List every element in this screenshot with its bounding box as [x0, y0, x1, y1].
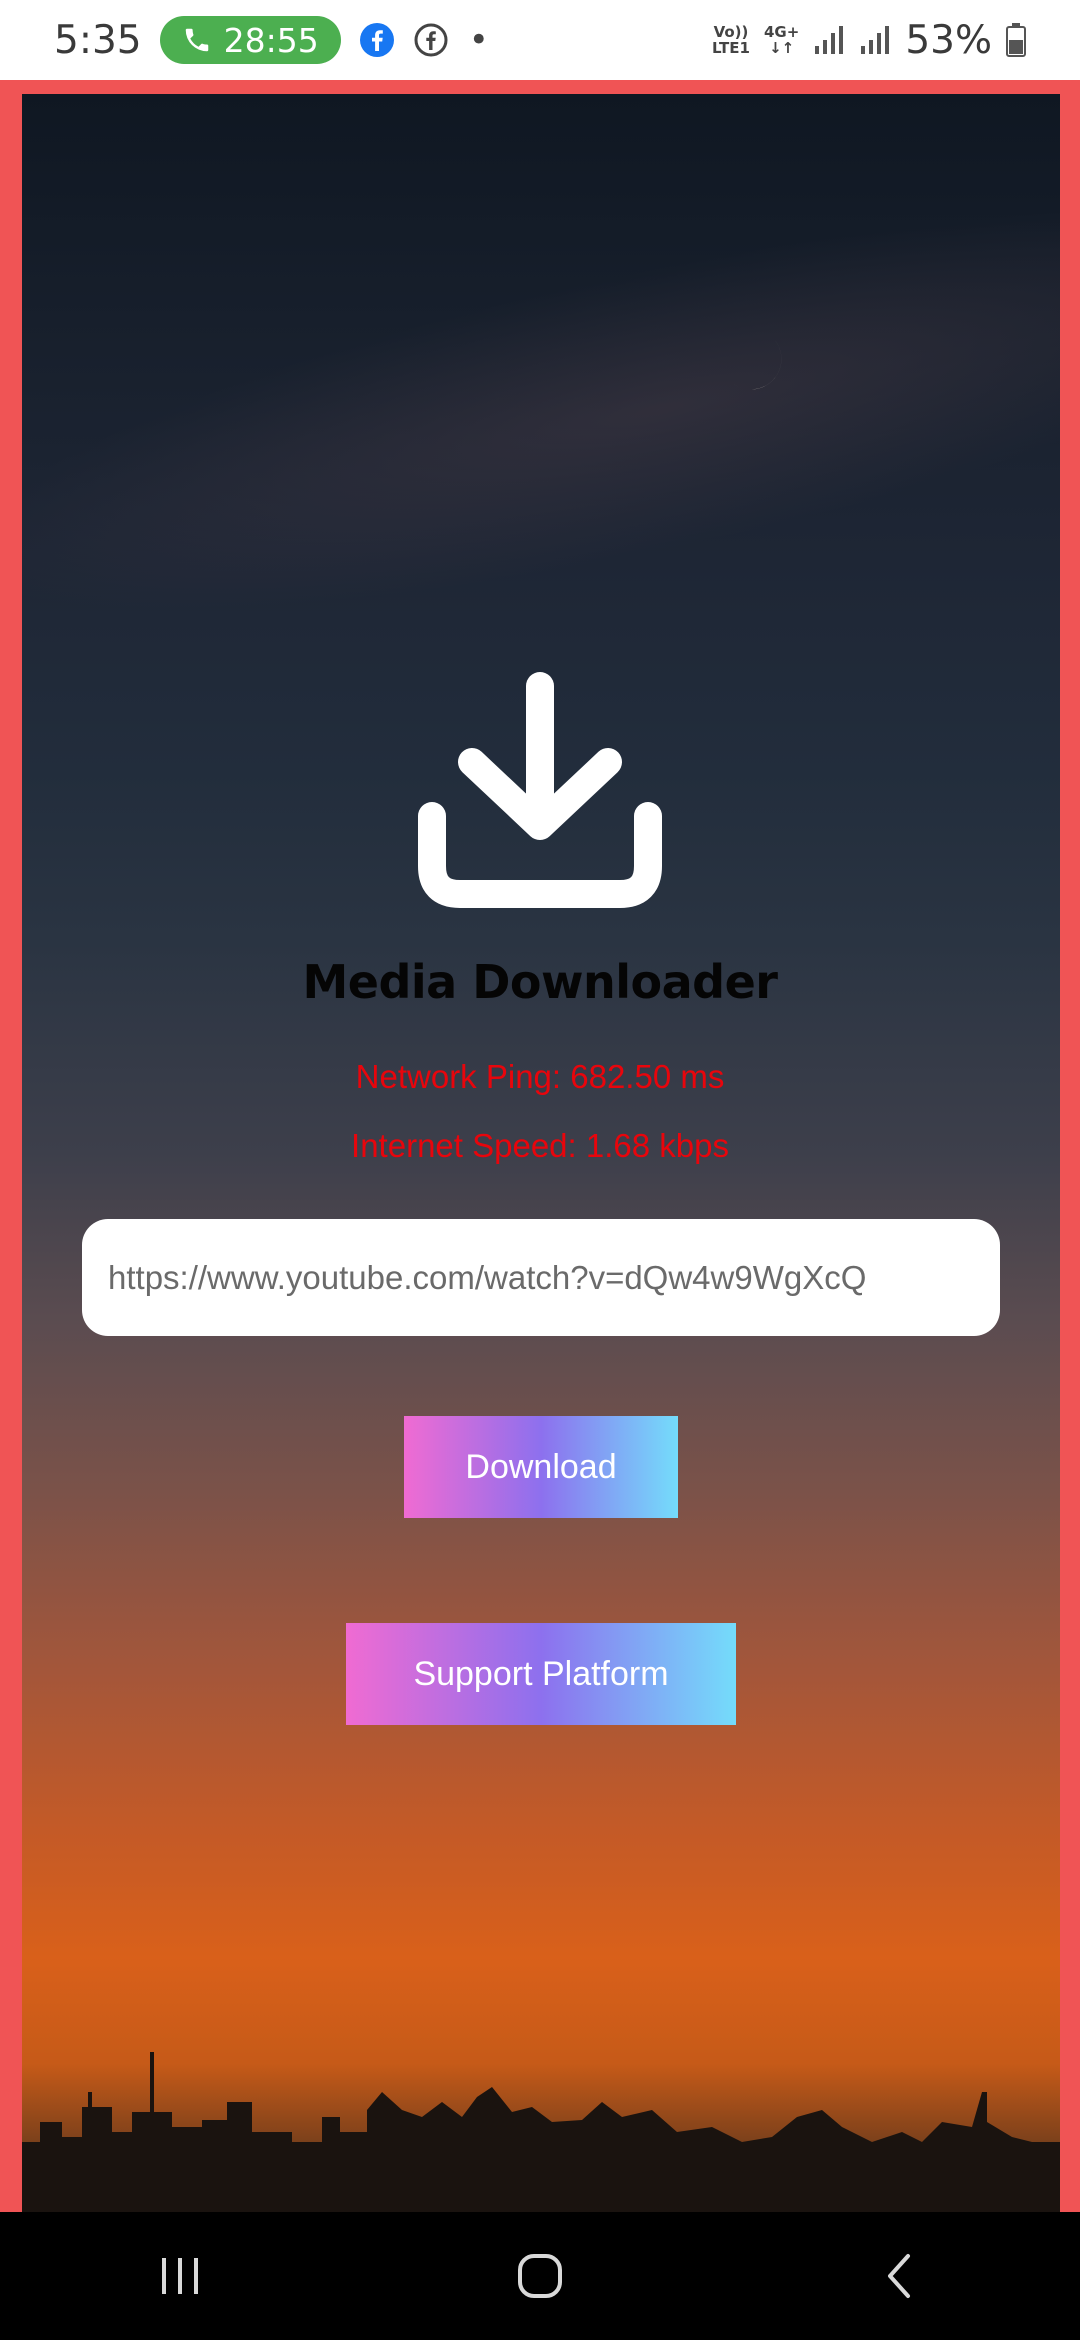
- support-platform-button[interactable]: Support Platform: [346, 1623, 736, 1725]
- messenger-icon: [413, 22, 449, 58]
- data-indicator: 4G+ ↓↑: [763, 23, 800, 57]
- status-bar: 5:35 28:55 • Vo)) LTE1 4G+ ↓↑ 53%: [0, 0, 1080, 80]
- call-duration: 28:55: [223, 20, 319, 60]
- moon-icon: [730, 337, 782, 390]
- home-button[interactable]: [480, 2226, 600, 2326]
- battery-percent: 53%: [905, 17, 992, 63]
- recents-button[interactable]: [120, 2226, 240, 2326]
- status-time: 5:35: [54, 17, 142, 63]
- signal-icon: [815, 26, 844, 54]
- recents-icon: [162, 2258, 198, 2294]
- city-skyline: [22, 2052, 1060, 2212]
- facebook-icon: [359, 22, 395, 58]
- home-icon: [518, 2254, 562, 2298]
- download-icon: [418, 672, 662, 908]
- back-button[interactable]: [840, 2226, 960, 2326]
- network-ping-text: Network Ping: 682.50 ms: [355, 1058, 725, 1095]
- cloud-band: [22, 172, 1060, 696]
- app-title: Media Downloader: [302, 955, 778, 1009]
- notification-dot: •: [468, 20, 489, 60]
- signal-icon: [861, 26, 890, 54]
- download-button[interactable]: Download: [404, 1416, 678, 1518]
- navigation-bar: [0, 2212, 1080, 2340]
- call-indicator[interactable]: 28:55: [159, 16, 341, 64]
- internet-speed-text: Internet Speed: 1.68 kbps: [351, 1127, 729, 1164]
- phone-icon: [185, 28, 208, 52]
- battery-icon: [1006, 23, 1026, 57]
- status-right: Vo)) LTE1 4G+ ↓↑ 53%: [712, 18, 1026, 63]
- back-icon: [888, 2254, 910, 2298]
- url-input[interactable]: [82, 1219, 1000, 1336]
- volte-indicator: Vo)) LTE1: [711, 23, 750, 57]
